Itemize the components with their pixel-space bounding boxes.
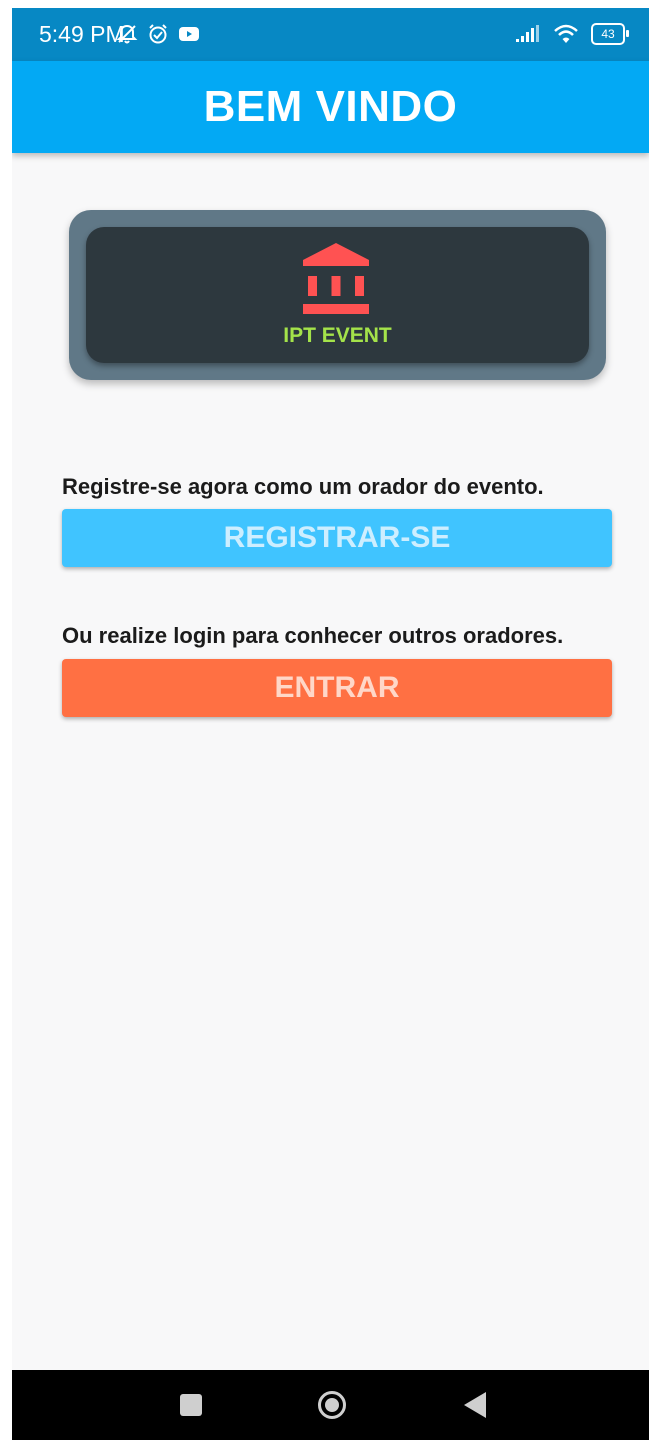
wifi-icon (554, 24, 578, 43)
home-icon[interactable] (318, 1391, 346, 1419)
logo-inner: IPT EVENT (86, 227, 589, 363)
alarm-icon (149, 24, 167, 44)
login-button[interactable]: ENTRAR (62, 659, 612, 717)
logo-text: IPT EVENT (283, 324, 392, 347)
navigation-bar (12, 1370, 649, 1440)
signal-icon (516, 25, 539, 42)
login-prompt: Ou realize login para conhecer outros or… (62, 623, 564, 648)
status-time: 5:49 PM (39, 21, 125, 47)
battery-level: 43 (601, 27, 615, 41)
app-bar: BEM VINDO (12, 61, 649, 153)
bank-icon (303, 243, 369, 314)
status-bar: 5:49 PM 43 (12, 8, 649, 61)
battery-icon: 43 (591, 23, 629, 45)
register-prompt: Registre-se agora como um orador do even… (62, 474, 544, 499)
youtube-icon (179, 27, 199, 41)
status-icons-left (116, 23, 200, 45)
recents-icon[interactable] (180, 1394, 202, 1416)
screen: 5:49 PM 43 BEM VINDO IPT EVENT Registre-… (12, 8, 649, 1440)
notifications-off-icon (116, 24, 138, 44)
back-icon[interactable] (464, 1392, 486, 1418)
status-icons-right: 43 (515, 23, 629, 45)
logo-card: IPT EVENT (69, 210, 606, 380)
page-title: BEM VINDO (203, 82, 458, 131)
register-button[interactable]: REGISTRAR-SE (62, 509, 612, 567)
